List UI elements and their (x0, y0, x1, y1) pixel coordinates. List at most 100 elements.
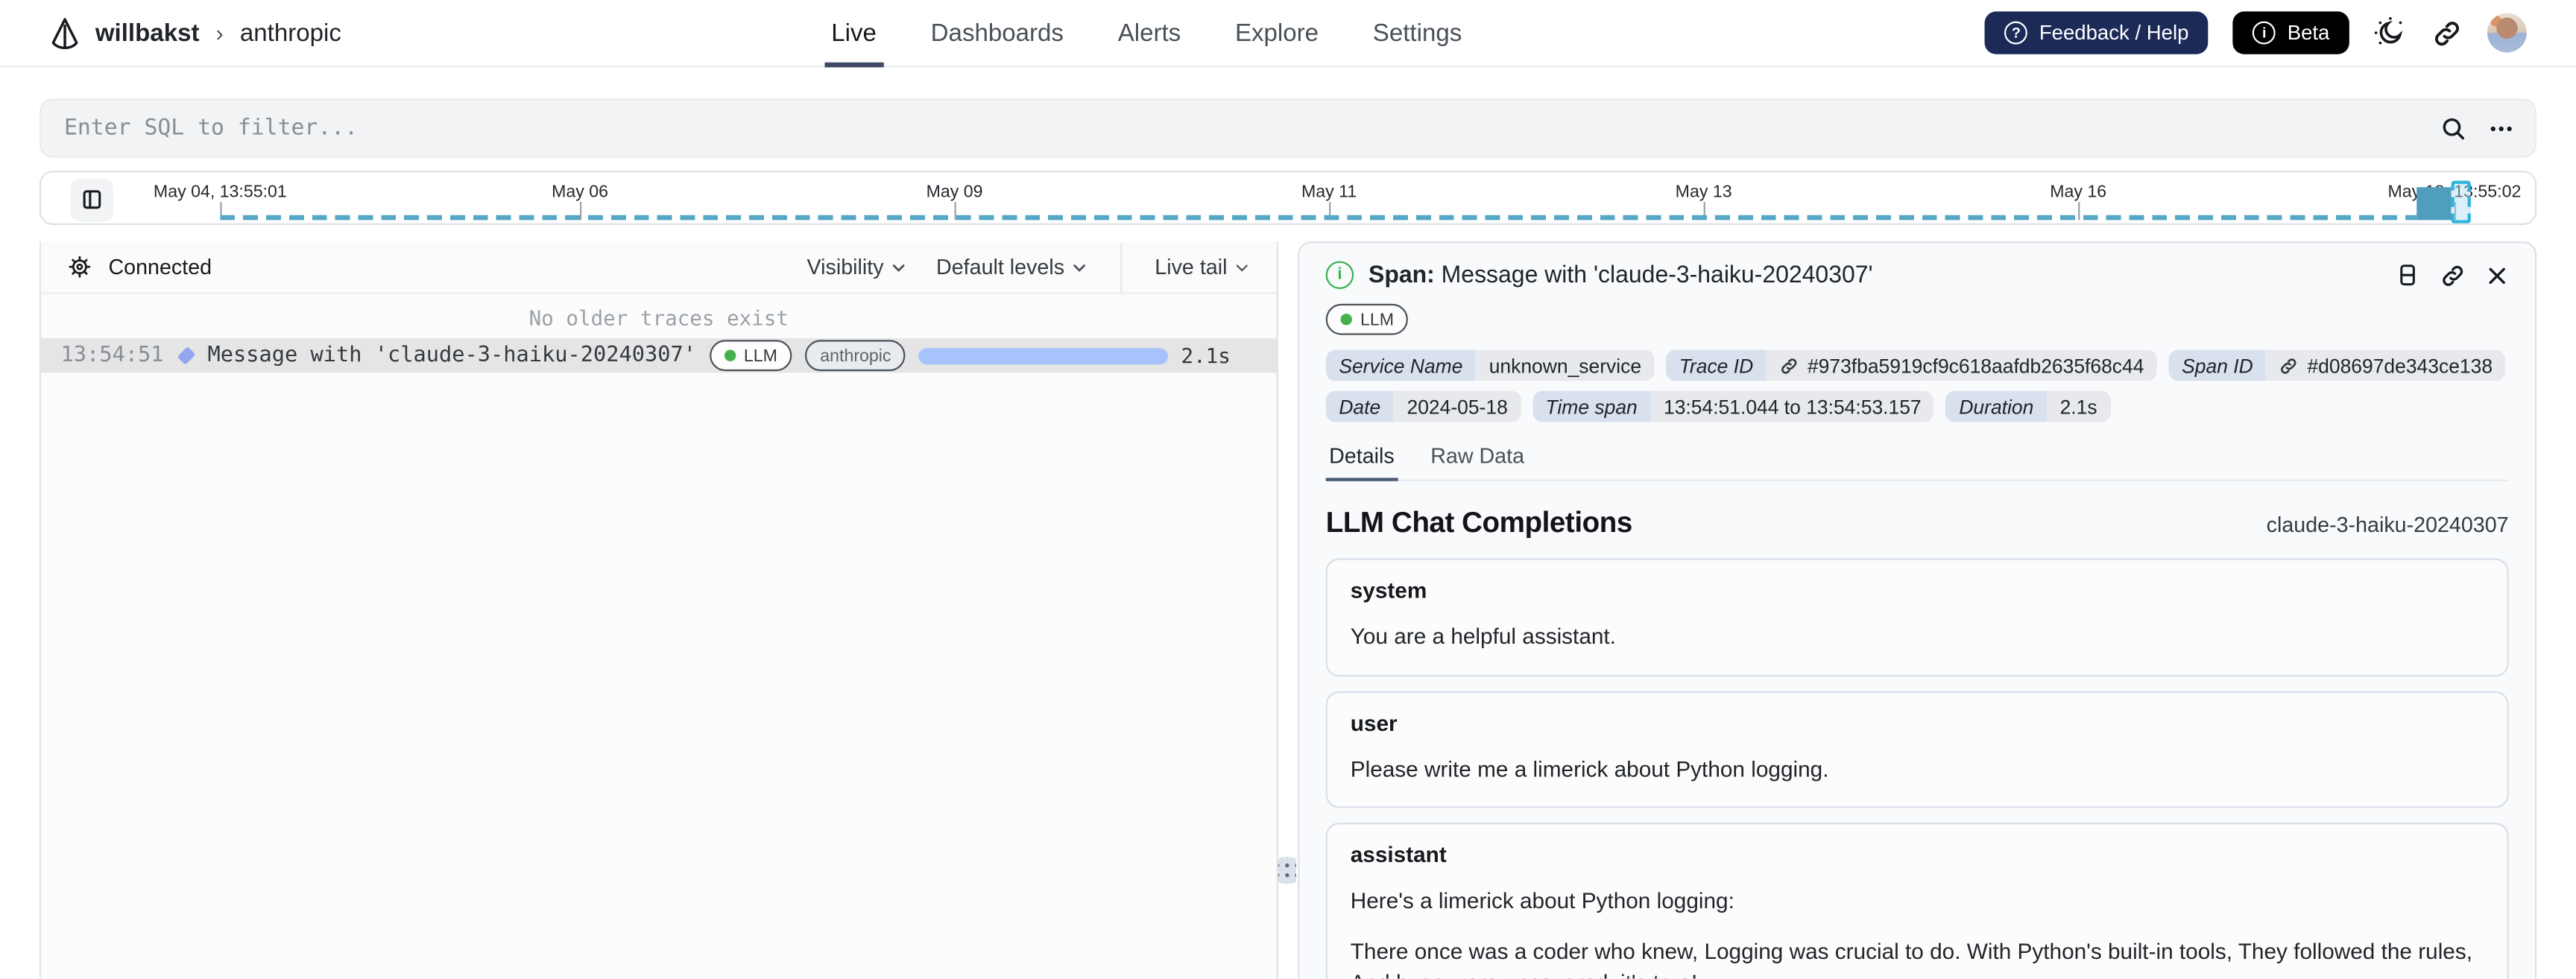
timeline-tick-label: May 04, 13:55:01 (153, 182, 287, 203)
model-name: claude-3-haiku-20240307 (2266, 512, 2509, 537)
meta-pill[interactable]: Span ID #d08697de343ce138 (2168, 349, 2506, 381)
meta-pill-value: #d08697de343ce138 (2266, 349, 2506, 381)
timeline-dashed-series (220, 215, 2417, 221)
no-older-traces-message: No older traces exist (528, 305, 789, 331)
message-paragraph: There once was a coder who knew, Logging… (1350, 939, 2473, 979)
llm-badge: LLM (1325, 303, 1409, 335)
connection-status: Connected (108, 254, 212, 279)
more-options-icon[interactable] (2487, 114, 2515, 142)
tab-settings[interactable]: Settings (1373, 0, 1462, 67)
time-range-histogram: May 04, 13:55:01 May 06 May 09 May 11 May 13… (39, 171, 2537, 225)
message-card: assistant Here's a limerick about Python … (1325, 823, 2509, 979)
meta-pill-label: Trace ID (1666, 349, 1767, 381)
chevron-down-icon (892, 264, 905, 271)
timeline-tick-label: May 13 (1675, 182, 1732, 203)
share-link-icon[interactable] (2431, 17, 2463, 48)
breadcrumb-project[interactable]: anthropic (240, 19, 341, 46)
meta-pill-value: 2024-05-18 (1393, 390, 1521, 422)
span-link-icon[interactable] (2440, 262, 2466, 288)
panel-resize-handle[interactable] (1275, 854, 1299, 887)
message-role: user (1350, 710, 1398, 735)
green-dot-icon (1340, 313, 1352, 326)
trace-row[interactable]: 13:54:51 Message with 'claude-3-haiku-20… (41, 338, 1277, 373)
question-circle-icon: ? (2004, 21, 2028, 45)
message-role: system (1350, 577, 1427, 603)
span-badges: LLM (1325, 303, 2509, 335)
span-title-label: Span: (1368, 262, 1435, 288)
meta-pill-label: Duration (1945, 390, 2047, 422)
search-icon[interactable] (2440, 114, 2467, 142)
visibility-label: Visibility (806, 254, 884, 279)
theme-toggle-icon[interactable] (2374, 16, 2407, 49)
default-levels-label: Default levels (936, 254, 1065, 279)
span-title: Span: Message with 'claude-3-haiku-20240… (1368, 262, 1873, 288)
header-actions: ? Feedback / Help i Beta (1985, 11, 2527, 54)
tab-explore[interactable]: Explore (1235, 0, 1319, 67)
message-card: user Please write me a limerick about Pyt… (1325, 690, 2509, 808)
meta-row-1: Service Name unknown_service Trace ID #973f… (1325, 349, 2509, 381)
info-circle-icon: i (2253, 21, 2276, 45)
gear-icon[interactable] (67, 255, 92, 279)
hyperdx-logo-icon[interactable] (49, 16, 80, 50)
chevron-down-icon (1236, 264, 1248, 271)
timeline-tick-label: May 16 (2050, 182, 2107, 203)
meta-pill[interactable]: Time span 13:54:51.044 to 13:54:53.157 (1532, 390, 1935, 422)
tab-alerts[interactable]: Alerts (1118, 0, 1181, 67)
tab-live[interactable]: Live (824, 0, 883, 68)
beta-label: Beta (2287, 21, 2330, 45)
main-area: Connected Visibility Default levels Live… (0, 241, 2576, 979)
llm-badge-label: LLM (743, 345, 777, 366)
source-badge: anthropic (805, 340, 906, 372)
top-header: willbakst › anthropic Live Dashboards Al… (0, 0, 2576, 68)
message-role: assistant (1350, 842, 1447, 868)
split-panel-icon[interactable] (2396, 263, 2420, 288)
meta-pill-label: Time span (1532, 390, 1651, 422)
user-avatar[interactable] (2487, 13, 2527, 53)
sql-filter-bar (39, 98, 2537, 158)
close-icon[interactable] (2486, 264, 2509, 287)
trace-list-controls: Visibility Default levels Live tail (807, 242, 1251, 292)
tab-details[interactable]: Details (1325, 443, 1398, 481)
tab-dashboards[interactable]: Dashboards (931, 0, 1064, 67)
feedback-help-button[interactable]: ? Feedback / Help (1985, 11, 2209, 54)
message-card: system You are a helpful assistant. (1325, 558, 2509, 677)
span-title-text: Message with 'claude-3-haiku-20240307' (1441, 262, 1873, 288)
link-icon (2282, 358, 2297, 373)
meta-pill[interactable]: Trace ID #973fba5919cf9c618aafdb2635f68c4… (1666, 349, 2158, 381)
beta-button[interactable]: i Beta (2232, 11, 2349, 54)
meta-pill-label: Service Name (1325, 349, 1477, 381)
meta-pill-value: 13:54:51.044 to 13:54:53.157 (1650, 390, 1935, 422)
timeline-tick-label: May 06 (552, 182, 608, 203)
tab-raw-data[interactable]: Raw Data (1427, 443, 1528, 479)
chevron-down-icon (1073, 264, 1085, 271)
trace-title: Message with 'claude-3-haiku-20240307' (207, 343, 697, 368)
trace-list-header: Connected Visibility Default levels Live… (41, 241, 1277, 294)
breadcrumb: willbakst › anthropic (49, 16, 341, 50)
green-dot-icon (724, 349, 736, 361)
timeline-selection[interactable] (2451, 180, 2471, 224)
llm-badge-label: LLM (1360, 309, 1395, 329)
span-tabs: Details Raw Data (1325, 443, 2509, 481)
controls-divider (1120, 242, 1123, 292)
message-paragraph: Please write me a limerick about Python … (1350, 756, 1829, 782)
timeline-tick-label: May 11 (1301, 182, 1357, 203)
breadcrumb-org[interactable]: willbakst (95, 19, 200, 46)
default-levels-dropdown[interactable]: Default levels (936, 255, 1087, 279)
sql-filter-input[interactable] (60, 113, 2420, 143)
feedback-help-label: Feedback / Help (2039, 21, 2189, 45)
meta-pill-value: #973fba5919cf9c618aafdb2635f68c44 (1766, 349, 2158, 381)
visibility-dropdown[interactable]: Visibility (807, 255, 907, 279)
green-info-icon: i (1325, 261, 1354, 289)
messages: system You are a helpful assistant. user Pl… (1325, 558, 2509, 979)
meta-pill[interactable]: Date 2024-05-18 (1325, 390, 1521, 422)
breadcrumb-separator: › (215, 19, 224, 46)
meta-pill[interactable]: Duration 2.1s (1945, 390, 2111, 422)
span-detail-panel: i Span: Message with 'claude-3-haiku-202… (1298, 241, 2537, 979)
meta-row-2: Date 2024-05-18 Time span 13:54:51.044 to 1… (1325, 390, 2509, 422)
diamond-icon (176, 346, 195, 365)
live-tail-label: Live tail (1155, 254, 1228, 279)
meta-pill[interactable]: Service Name unknown_service (1325, 349, 1655, 381)
live-tail-dropdown[interactable]: Live tail (1155, 255, 1250, 279)
message-paragraph: You are a helpful assistant. (1350, 624, 1616, 649)
message-paragraph: Here's a limerick about Python logging: (1350, 888, 1734, 913)
